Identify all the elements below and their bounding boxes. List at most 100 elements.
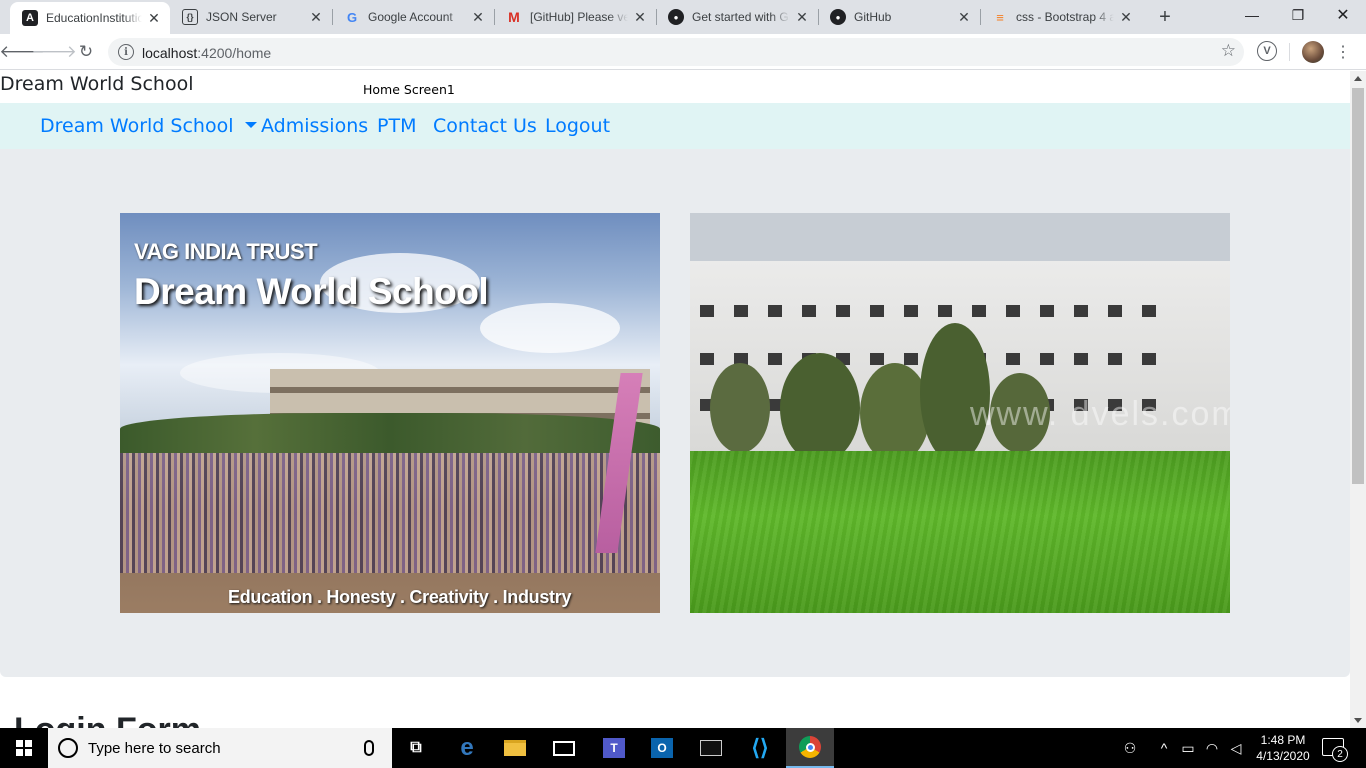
wifi-icon[interactable]: ◠: [1202, 728, 1222, 768]
nav-admissions[interactable]: Admissions: [261, 115, 368, 137]
window-close-button[interactable]: ✕: [1320, 0, 1366, 30]
nav-contact-us[interactable]: Contact Us: [433, 115, 537, 137]
scroll-up-arrow[interactable]: [1354, 76, 1362, 81]
jumbotron: VAG INDIA TRUST Dream World School Educa…: [0, 149, 1350, 677]
tab-title: Get started with GitHub: [692, 10, 790, 24]
site-title: Dream World School: [0, 73, 194, 95]
campus-image: www. dvels.com: [690, 213, 1230, 613]
restore-button[interactable]: ❐: [1275, 0, 1321, 30]
url-host: localhost: [142, 45, 198, 61]
banner-school-name: Dream World School: [134, 271, 489, 312]
tree: [780, 353, 860, 463]
tab-title: EducationInstitution: [46, 11, 142, 25]
close-icon[interactable]: ✕: [794, 9, 810, 25]
battery-icon[interactable]: ▭: [1178, 728, 1198, 768]
navbar: Dream World School Admissions PTM Contac…: [0, 103, 1350, 149]
banner-motto: Education . Honesty . Creativity . Indus…: [228, 587, 572, 607]
banner-trust-text: VAG INDIA TRUST: [134, 239, 318, 264]
tab-strip: A EducationInstitution ✕ {} JSON Server …: [0, 0, 1366, 34]
tab-github[interactable]: ● GitHub ✕: [818, 0, 980, 34]
tree: [920, 323, 990, 463]
close-icon[interactable]: ✕: [956, 9, 972, 25]
forward-button[interactable]: 🡒: [31, 38, 77, 66]
extension-label: V: [1263, 45, 1271, 57]
tab-google-account[interactable]: G Google Account ✕: [332, 0, 494, 34]
tab-stackoverflow[interactable]: ≡ css - Bootstrap 4 and ✕: [980, 0, 1142, 34]
nav-logout[interactable]: Logout: [545, 115, 610, 137]
cloud: [480, 303, 620, 353]
mail-icon[interactable]: [540, 728, 588, 768]
tab-title: css - Bootstrap 4 and: [1016, 10, 1114, 24]
profile-avatar[interactable]: [1302, 41, 1324, 63]
clock-date: 4/13/2020: [1256, 749, 1310, 763]
vpn-extension-icon[interactable]: V: [1257, 41, 1277, 61]
task-view-icon[interactable]: ⧉: [392, 728, 440, 768]
scroll-thumb[interactable]: [1352, 88, 1364, 484]
windows-logo-icon: [16, 740, 32, 756]
tab-json-server[interactable]: {} JSON Server ✕: [170, 0, 332, 34]
browser-toolbar: 🡐 🡒 ↻ i localhost:4200/home ☆: [0, 34, 1366, 70]
system-clock[interactable]: 1:48 PM 4/13/2020: [1248, 732, 1318, 764]
outlook-icon[interactable]: O: [638, 728, 686, 768]
bookmark-star-icon[interactable]: ☆: [1221, 41, 1236, 61]
tab-title: JSON Server: [206, 10, 277, 24]
tab-get-started-github[interactable]: ● Get started with GitHub ✕: [656, 0, 818, 34]
school-banner-image: VAG INDIA TRUST Dream World School Educa…: [120, 213, 660, 613]
tab-educationinstitution[interactable]: A EducationInstitution ✕: [10, 2, 170, 34]
tab-title: GitHub: [854, 10, 892, 24]
web-page: Dream World School Home Screen1 Dream Wo…: [0, 71, 1350, 728]
close-icon[interactable]: ✕: [308, 9, 324, 25]
home-screen-label: Home Screen1: [363, 82, 455, 97]
chevron-up-icon[interactable]: ^: [1154, 728, 1174, 768]
caret-down-icon: [245, 121, 258, 128]
tree: [710, 363, 770, 453]
close-icon[interactable]: ✕: [1118, 9, 1134, 25]
nav-ptm[interactable]: PTM: [377, 115, 416, 137]
microphone-icon[interactable]: [364, 740, 374, 756]
angular-icon: A: [22, 10, 38, 26]
volume-icon[interactable]: ◁: [1226, 728, 1246, 768]
students-crowd: [120, 453, 660, 573]
close-icon[interactable]: ✕: [470, 9, 486, 25]
tree-line: [120, 413, 660, 453]
lawn: [690, 451, 1230, 613]
chrome-icon[interactable]: [786, 728, 834, 768]
edge-icon[interactable]: e: [443, 728, 491, 768]
login-form-heading: Login Form: [14, 711, 201, 728]
url-path: :4200/home: [197, 45, 272, 61]
teams-icon[interactable]: T: [590, 728, 638, 768]
nav-dropdown-dream-world-school[interactable]: Dream World School: [40, 115, 258, 137]
github-icon: ●: [668, 9, 684, 25]
taskbar-search[interactable]: Type here to search: [48, 728, 392, 768]
nav-dropdown-label: Dream World School: [40, 115, 234, 137]
stackoverflow-icon: ≡: [996, 9, 1004, 25]
close-icon[interactable]: ✕: [146, 10, 162, 26]
reload-button[interactable]: ↻: [72, 38, 100, 66]
browser-menu-icon[interactable]: ⋮: [1335, 40, 1351, 64]
tab-title: Google Account: [368, 10, 453, 24]
site-info-icon[interactable]: i: [118, 44, 134, 60]
tab-github-verify[interactable]: M [GitHub] Please verify ✕: [494, 0, 656, 34]
github-icon: ●: [830, 9, 846, 25]
search-placeholder: Type here to search: [88, 740, 221, 757]
close-icon[interactable]: ✕: [632, 9, 648, 25]
screen: A EducationInstitution ✕ {} JSON Server …: [0, 0, 1366, 768]
people-icon[interactable]: ⚇: [1118, 728, 1142, 768]
file-explorer-icon[interactable]: [491, 728, 539, 768]
image-watermark: www. dvels.com: [970, 395, 1230, 433]
google-icon: G: [346, 9, 358, 25]
address-bar[interactable]: i localhost:4200/home ☆: [108, 38, 1244, 66]
terminal-icon[interactable]: [687, 728, 735, 768]
windows-taskbar: Type here to search ⧉ e T O ⟨⟩ ⚇ ^ ▭ ◠ ◁…: [0, 728, 1366, 768]
new-tab-button[interactable]: +: [1153, 5, 1177, 29]
vscode-icon[interactable]: ⟨⟩: [736, 728, 784, 768]
start-button[interactable]: [0, 728, 48, 768]
scroll-down-arrow[interactable]: [1354, 718, 1362, 723]
clock-time: 1:48 PM: [1260, 733, 1306, 747]
json-server-icon: {}: [182, 9, 198, 25]
tab-title: [GitHub] Please verify: [530, 10, 628, 24]
minimize-button[interactable]: —: [1229, 0, 1275, 30]
gmail-icon: M: [508, 9, 520, 25]
vertical-scrollbar[interactable]: [1350, 71, 1366, 728]
notification-badge: 2: [1332, 746, 1348, 762]
